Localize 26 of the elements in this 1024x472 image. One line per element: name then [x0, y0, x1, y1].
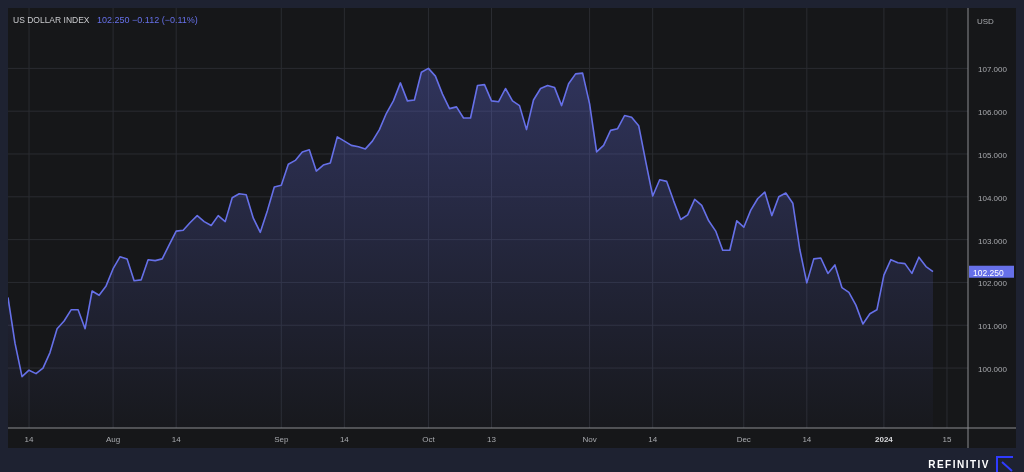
- x-axis-label: Aug: [106, 435, 121, 444]
- y-axis-label: 103.000: [978, 236, 1007, 246]
- x-axis-label: Dec: [736, 435, 751, 444]
- y-axis-label: 105.000: [978, 151, 1007, 160]
- x-axis-label: 14: [648, 435, 658, 444]
- y-axis-label: 106.000: [978, 108, 1007, 118]
- x-axis-label: 14: [802, 435, 812, 444]
- y-axis-label: 102.000: [978, 279, 1007, 289]
- y-axis-label: 100.000: [978, 365, 1007, 375]
- x-axis-label: Nov: [582, 435, 597, 444]
- x-axis-label: 14: [24, 435, 34, 444]
- index-title: US DOLLAR INDEX: [13, 15, 90, 25]
- x-axis-label: 13: [487, 435, 496, 444]
- index-quote: 102.250 −0.112 (−0.11%): [97, 15, 198, 25]
- brand-name: REFINITIV: [928, 459, 990, 470]
- corner-arrow-icon: [996, 456, 1014, 472]
- x-axis-label: Oct: [422, 435, 435, 444]
- y-axis-label: 104.000: [978, 193, 1007, 203]
- x-axis-label: 15: [942, 435, 952, 444]
- y-axis-label: 107.000: [978, 65, 1007, 75]
- x-axis-label: Sep: [274, 435, 289, 444]
- x-axis-label: 14: [339, 435, 349, 444]
- x-axis-label: 14: [171, 435, 181, 444]
- axis-unit: USD: [977, 17, 994, 26]
- x-axis-label: 2024: [875, 435, 893, 444]
- y-axis-label: 101.000: [978, 322, 1007, 332]
